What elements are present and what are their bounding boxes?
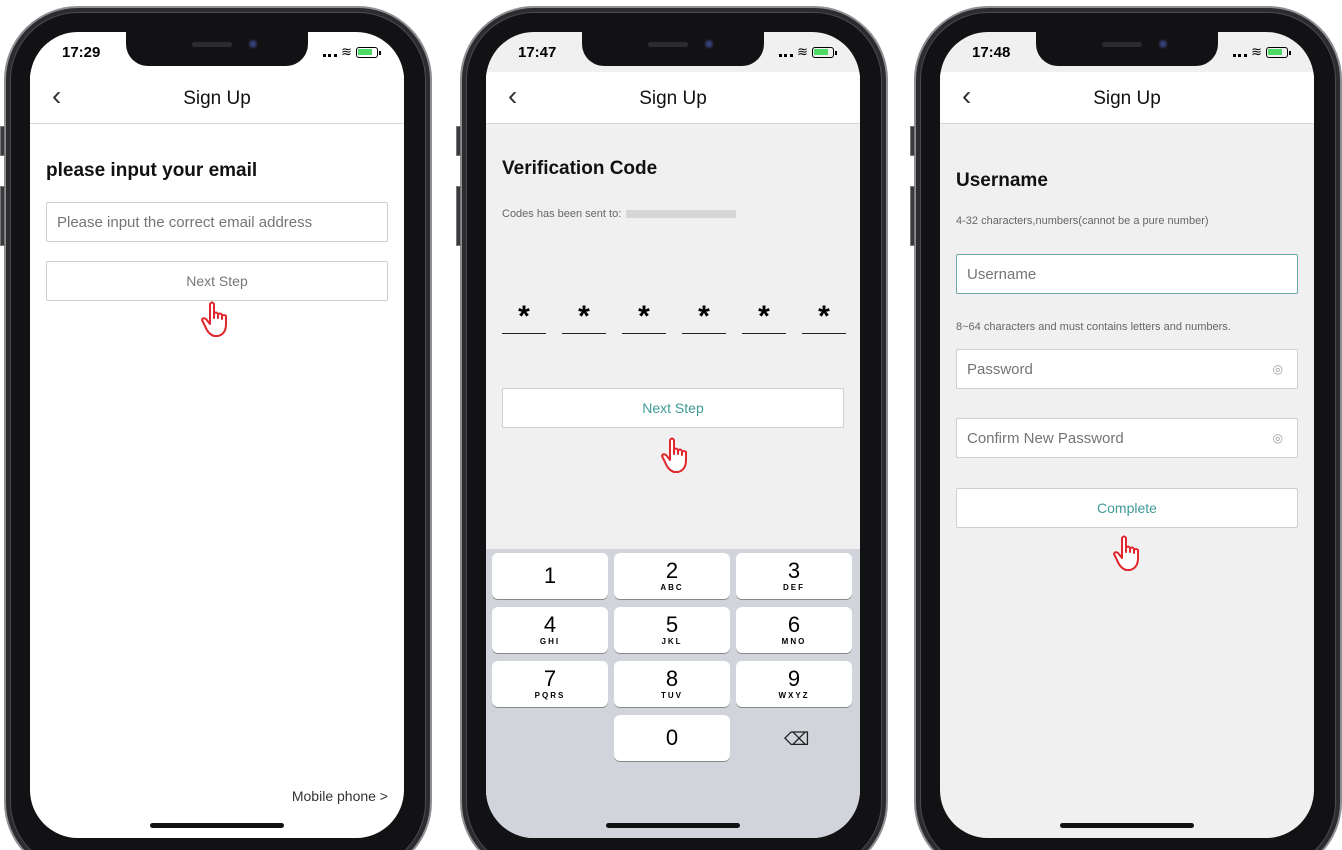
username-hint: 4-32 characters,numbers(cannot be a pure… [956, 215, 1209, 227]
next-step-button[interactable]: Next Step [502, 388, 844, 428]
status-time: 17:29 [62, 44, 101, 61]
username-heading: Username [956, 170, 1048, 191]
key-8[interactable]: 8 TUV [614, 661, 730, 707]
page-title: Sign Up [1093, 88, 1161, 109]
code-digit[interactable]: * [742, 300, 786, 334]
numeric-keypad: 1 2 ABC 3 DEF 4 GHI 5 JKL 6 MNO 7 PQRS 8 TUV 9W… [486, 549, 860, 838]
hand-pointer-icon [201, 301, 227, 337]
mute-switch [456, 126, 461, 156]
volume-up-button [456, 186, 461, 246]
key-2[interactable]: 2 ABC [614, 553, 730, 599]
screen: 17:48 ≋ ‹ Sign Up Username 4-32 characte… [940, 32, 1314, 838]
page-title: Sign Up [183, 88, 251, 109]
code-digit[interactable]: * [802, 300, 846, 334]
hand-pointer-icon [1113, 535, 1139, 571]
camera-icon [248, 39, 258, 49]
volume-up-button [910, 186, 915, 246]
password-hint: 8~64 characters and must contains letter… [956, 321, 1231, 333]
screen: 17:29 ≋ ‹ Sign Up please input your emai… [30, 32, 404, 838]
code-digit[interactable]: * [682, 300, 726, 334]
signal-icon [779, 47, 794, 57]
battery-icon [812, 46, 837, 58]
next-step-button[interactable]: Next Step [46, 261, 388, 301]
wifi-icon: ≋ [341, 44, 352, 59]
phone-email-step: 17:29 ≋ ‹ Sign Up please input your emai… [0, 6, 434, 850]
notch [126, 32, 308, 66]
nav-bar: ‹ Sign Up [486, 72, 860, 124]
volume-up-button [0, 186, 5, 246]
code-digit[interactable]: * [502, 300, 546, 334]
eye-slash-icon[interactable]: ◎ [1273, 362, 1283, 376]
email-input[interactable] [46, 202, 388, 242]
verification-heading: Verification Code [502, 158, 658, 179]
battery-icon [1266, 46, 1291, 58]
home-indicator [1060, 823, 1194, 828]
nav-bar: ‹ Sign Up [940, 72, 1314, 124]
blurred-email [626, 210, 737, 219]
mute-switch [910, 126, 915, 156]
nav-bar: ‹ Sign Up [30, 72, 404, 124]
signal-icon [1233, 47, 1248, 57]
eye-slash-icon[interactable]: ◎ [1273, 431, 1283, 445]
notch [1036, 32, 1218, 66]
email-heading: please input your email [46, 160, 258, 181]
code-sent-label: Codes has been sent to: [502, 208, 622, 220]
key-9[interactable]: 9 WXYZ [736, 661, 852, 707]
status-time: 17:48 [972, 44, 1011, 61]
phone-verification-step: 17:47 ≋ ‹ Sign Up Verification Code Code… [456, 6, 890, 850]
camera-icon [1158, 39, 1168, 49]
notch [582, 32, 764, 66]
key-3[interactable]: 3 DEF [736, 553, 852, 599]
code-input-row[interactable]: * * * * * * [502, 300, 846, 334]
confirm-password-input[interactable] [957, 419, 1257, 457]
phone-username-step: 17:48 ≋ ‹ Sign Up Username 4-32 characte… [910, 6, 1342, 850]
key-5[interactable]: 5 JKL [614, 607, 730, 653]
password-input[interactable] [957, 350, 1257, 388]
key-0[interactable]: 0 [614, 715, 730, 761]
mute-switch [0, 126, 5, 156]
code-digit[interactable]: * [622, 300, 666, 334]
hand-pointer-icon [661, 437, 687, 473]
screen: 17:47 ≋ ‹ Sign Up Verification Code Code… [486, 32, 860, 838]
home-indicator [150, 823, 284, 828]
wifi-icon: ≋ [1251, 44, 1262, 59]
key-4[interactable]: 4 GHI [492, 607, 608, 653]
page-title: Sign Up [639, 88, 707, 109]
home-indicator [606, 823, 740, 828]
signal-icon [323, 47, 338, 57]
code-sent-text: Codes has been sent to: [502, 208, 737, 220]
wifi-icon: ≋ [797, 44, 808, 59]
key-6[interactable]: 6 MNO [736, 607, 852, 653]
battery-icon [356, 46, 381, 58]
confirm-password-field: ◎ [956, 418, 1298, 458]
username-input[interactable] [956, 254, 1298, 294]
mobile-phone-link[interactable]: Mobile phone > [292, 788, 388, 804]
backspace-icon[interactable]: ⌫ [784, 729, 809, 750]
key-7[interactable]: 7 PQRS [492, 661, 608, 707]
password-field: ◎ [956, 349, 1298, 389]
complete-button[interactable]: Complete [956, 488, 1298, 528]
key-1[interactable]: 1 [492, 553, 608, 599]
status-time: 17:47 [518, 44, 557, 61]
camera-icon [704, 39, 714, 49]
code-digit[interactable]: * [562, 300, 606, 334]
